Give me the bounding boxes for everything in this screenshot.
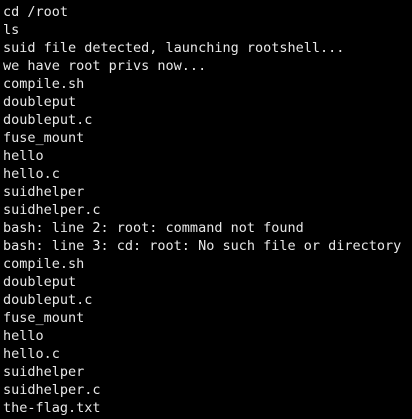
terminal-line-file: hello [3,148,44,164]
terminal-line-file: hello.c [3,346,60,362]
terminal-line-message: we have root privs now... [3,58,207,74]
terminal-line-file: fuse_mount [3,310,85,326]
terminal-line-error: bash: line 3: cd: root: No such file or … [3,238,402,254]
terminal-line-file: compile.sh [3,256,85,272]
terminal-line-file: compile.sh [3,76,85,92]
terminal-line-command: cd /root [3,4,69,20]
terminal-line-error: bash: line 2: root: command not found [3,220,304,236]
terminal-line-message: suid file detected, launching rootshell.… [3,40,345,56]
terminal-line-file: doubleput [3,274,77,290]
terminal-line-file: suidhelper [3,364,85,380]
terminal-line-file: suidhelper.c [3,382,101,398]
terminal-line-file: hello.c [3,166,60,182]
terminal-line-file: hello [3,328,44,344]
terminal-line-file: the-flag.txt [3,400,101,416]
terminal-line-file: doubleput.c [3,112,93,128]
terminal-line-file: suidhelper.c [3,202,101,218]
terminal-line-file: doubleput [3,94,77,110]
terminal-window[interactable]: cd /root ls suid file detected, launchin… [0,0,412,419]
terminal-line-file: fuse_mount [3,130,85,146]
terminal-output: cd /root ls suid file detected, launchin… [3,3,412,417]
terminal-line-file: doubleput.c [3,292,93,308]
terminal-line-command: ls [3,22,20,38]
terminal-line-file: suidhelper [3,184,85,200]
